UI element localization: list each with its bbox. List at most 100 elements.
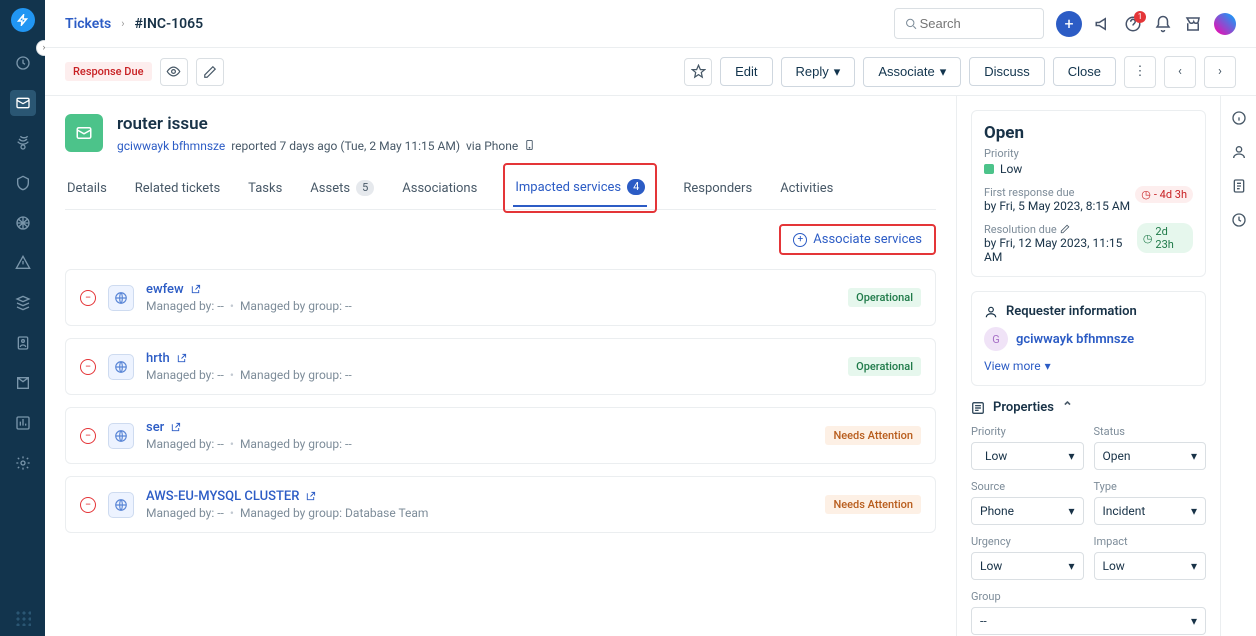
response-due-badge: Response Due [65, 62, 152, 81]
chevron-right-icon: › [121, 17, 124, 30]
first-response-badge: ◷ - 4d 3h [1135, 186, 1193, 203]
priority-label: Priority [984, 147, 1193, 160]
nav-alerts-icon[interactable] [10, 250, 36, 276]
reply-button[interactable]: Reply▾ [781, 57, 856, 87]
impact-field-label: Impact [1094, 535, 1207, 548]
requester-card: Requester information G gciwwayk bfhmnsz… [971, 291, 1206, 386]
ticket-type-icon [65, 114, 103, 152]
associate-services-button[interactable]: +Associate services [793, 232, 922, 247]
remove-service-button[interactable]: − [80, 428, 96, 444]
search-input[interactable] [918, 15, 1033, 32]
requester-name-link[interactable]: gciwwayk bfhmnsze [1016, 332, 1134, 347]
nav-reports-icon[interactable] [10, 410, 36, 436]
phone-icon [524, 138, 535, 152]
globe-icon [108, 285, 134, 311]
tab-responders[interactable]: Responders [681, 167, 754, 209]
person-icon [984, 305, 998, 319]
resolution-label: Resolution due [984, 223, 1137, 236]
impact-select[interactable]: Low▾ [1094, 552, 1207, 580]
service-managed-by: Managed by: --Managed by group: -- [146, 437, 813, 451]
more-actions-button[interactable]: ⋮ [1124, 56, 1156, 88]
source-select[interactable]: Phone▾ [971, 497, 1084, 525]
nav-settings-icon[interactable] [10, 450, 36, 476]
ticket-title: router issue [117, 114, 535, 134]
tab-assets[interactable]: Assets5 [308, 167, 376, 209]
service-row: − ser Managed by: --Managed by group: --… [65, 407, 936, 464]
megaphone-icon[interactable] [1094, 15, 1112, 33]
notification-badge: 1 [1134, 11, 1146, 23]
edit-icon-button[interactable] [196, 58, 224, 86]
search-box[interactable] [894, 8, 1044, 39]
service-name-link[interactable]: hrth [146, 351, 836, 366]
profile-avatar[interactable] [1214, 13, 1236, 35]
help-icon[interactable]: 1 [1124, 15, 1142, 33]
impacted-services-highlight: Impacted services4 [503, 163, 657, 213]
globe-icon [108, 423, 134, 449]
urgency-field-label: Urgency [971, 535, 1084, 548]
requester-avatar: G [984, 327, 1008, 351]
search-icon [905, 17, 918, 31]
associate-button[interactable]: Associate▾ [863, 57, 961, 87]
status-select[interactable]: Open▾ [1094, 442, 1207, 470]
remove-service-button[interactable]: − [80, 359, 96, 375]
requester-link[interactable]: gciwwayk bfhmnsze [117, 139, 225, 153]
service-name-link[interactable]: ewfew [146, 282, 836, 297]
edit-button[interactable]: Edit [720, 57, 772, 86]
source-field-label: Source [971, 480, 1084, 493]
nav-problems-icon[interactable] [10, 130, 36, 156]
remove-service-button[interactable]: − [80, 497, 96, 513]
next-ticket-button[interactable]: › [1204, 56, 1236, 88]
breadcrumb-tickets-link[interactable]: Tickets [65, 16, 111, 32]
create-new-button[interactable]: + [1056, 11, 1082, 37]
first-response-label: First response due [984, 186, 1130, 199]
info-icon[interactable] [1231, 110, 1247, 126]
nav-dashboard-icon[interactable] [10, 50, 36, 76]
service-name-link[interactable]: ser [146, 420, 813, 435]
globe-icon [108, 492, 134, 518]
status-field-label: Status [1094, 425, 1207, 438]
ticket-status: Open [984, 123, 1193, 143]
collapse-properties-button[interactable]: ⌃ [1062, 400, 1073, 415]
breadcrumb-ticket-id: #INC-1065 [135, 16, 204, 32]
nav-tickets-icon[interactable] [10, 90, 36, 116]
breadcrumb: Tickets › #INC-1065 [65, 16, 203, 32]
view-more-link[interactable]: View more ▾ [984, 359, 1193, 373]
apps-grid-icon[interactable] [15, 610, 31, 626]
tab-activities[interactable]: Activities [778, 167, 835, 209]
pencil-icon[interactable] [1060, 224, 1070, 234]
discuss-button[interactable]: Discuss [969, 57, 1045, 86]
notes-icon[interactable] [1231, 178, 1247, 194]
tab-associations[interactable]: Associations [400, 167, 479, 209]
remove-service-button[interactable]: − [80, 290, 96, 306]
time-icon[interactable] [1231, 212, 1247, 228]
watch-button[interactable] [160, 58, 188, 86]
service-managed-by: Managed by: --Managed by group: -- [146, 368, 836, 382]
nav-solutions-icon[interactable] [10, 370, 36, 396]
marketplace-icon[interactable] [1184, 15, 1202, 33]
tab-details[interactable]: Details [65, 167, 109, 209]
urgency-select[interactable]: Low▾ [971, 552, 1084, 580]
contact-icon[interactable] [1231, 144, 1247, 160]
nav-changes-icon[interactable] [10, 170, 36, 196]
close-button[interactable]: Close [1053, 57, 1116, 86]
ticket-tabs: Details Related tickets Tasks Assets5 As… [65, 167, 936, 210]
priority-select[interactable]: Low▾ [971, 442, 1084, 470]
star-button[interactable] [684, 58, 712, 86]
globe-icon [108, 354, 134, 380]
resolution-badge: ◷ 2d 23h [1137, 223, 1193, 253]
priority-field-label: Priority [971, 425, 1084, 438]
service-status-badge: Needs Attention [825, 426, 921, 445]
service-name-link[interactable]: AWS-EU-MYSQL CLUSTER [146, 489, 813, 504]
group-field-label: Group [971, 590, 1206, 603]
tab-impacted-services[interactable]: Impacted services4 [513, 169, 647, 207]
nav-assets-icon[interactable] [10, 290, 36, 316]
group-select[interactable]: --▾ [971, 607, 1206, 635]
type-select[interactable]: Incident▾ [1094, 497, 1207, 525]
tab-tasks[interactable]: Tasks [246, 167, 284, 209]
app-logo[interactable] [11, 8, 35, 32]
tab-related-tickets[interactable]: Related tickets [133, 167, 222, 209]
nav-user-icon[interactable] [10, 330, 36, 356]
bell-icon[interactable] [1154, 15, 1172, 33]
nav-releases-icon[interactable] [10, 210, 36, 236]
prev-ticket-button[interactable]: ‹ [1164, 56, 1196, 88]
